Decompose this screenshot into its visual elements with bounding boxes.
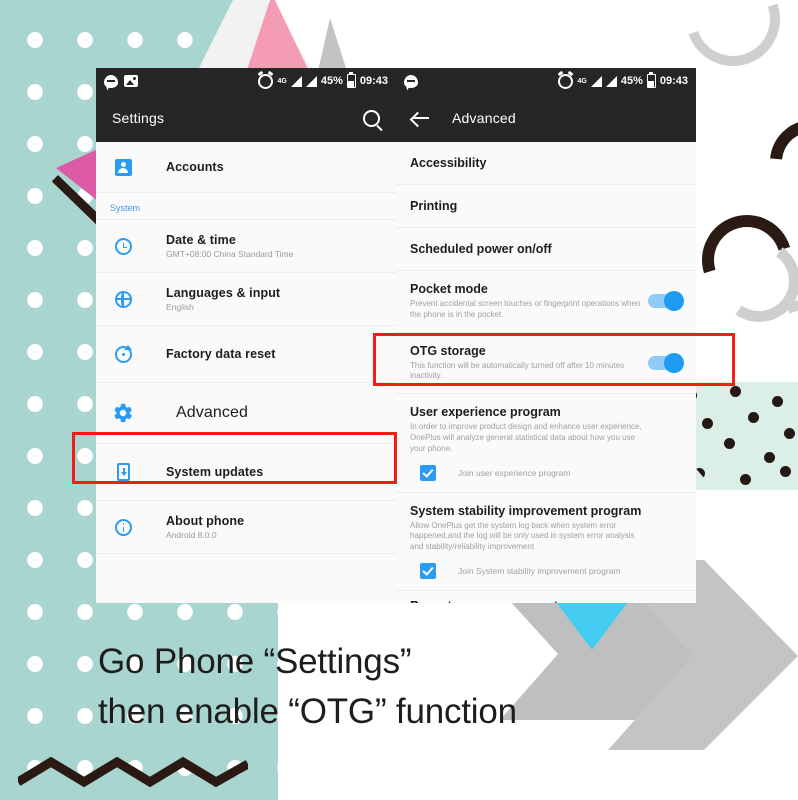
list-item-label: Advanced <box>176 404 248 421</box>
sidebar-item-date-time[interactable]: Date & time GMT+08:00 China Standard Tim… <box>96 220 396 273</box>
list-item-label: Languages & input <box>166 286 281 300</box>
system-update-icon <box>110 463 136 481</box>
page-title-right: Advanced <box>452 110 516 126</box>
list-item-otg-storage[interactable]: OTG storage This function will be automa… <box>396 332 696 395</box>
search-icon[interactable] <box>363 109 380 127</box>
right-settings-list: Accessibility Printing Scheduled power o… <box>396 142 696 603</box>
left-phone-screenshot: 4G 45% 09:43 Settings Accounts System Da… <box>96 68 396 603</box>
list-item-accessibility[interactable]: Accessibility <box>396 142 696 185</box>
chat-bubble-icon <box>104 74 118 88</box>
list-item-label: Scheduled power on/off <box>410 242 552 256</box>
clock-icon <box>110 237 136 255</box>
list-item-label: System stability improvement program <box>410 503 642 518</box>
caption-text: Go Phone “Settings” then enable “OTG” fu… <box>98 637 517 736</box>
list-item-pocket-mode[interactable]: Pocket mode Prevent accidental screen to… <box>396 271 696 333</box>
clock-time: 09:43 <box>359 75 388 87</box>
list-item-label: Pocket mode <box>410 282 488 296</box>
join-user-experience-checkbox[interactable] <box>420 464 436 481</box>
status-bar-right: 4G 45% 09:43 <box>396 68 696 94</box>
gear-icon <box>110 402 136 424</box>
sidebar-item-about-phone[interactable]: About phone Android 8.0.0 <box>96 501 396 554</box>
list-item-system-stability-program[interactable]: System stability improvement program All… <box>396 492 696 591</box>
network-label-right: 4G <box>577 77 587 85</box>
list-item-label: Date & time <box>166 233 236 247</box>
signal-bars-icon <box>290 75 302 87</box>
join-system-stability-checkbox[interactable] <box>420 562 436 579</box>
checkbox-label: Join System stability improvement progra… <box>458 565 621 576</box>
network-label: 4G <box>277 77 287 85</box>
battery-icon <box>346 72 356 88</box>
list-item-label: Accessibility <box>410 156 487 170</box>
back-arrow-icon[interactable] <box>412 111 452 125</box>
info-icon <box>110 518 136 536</box>
dark-arc-decoration <box>752 102 798 222</box>
sidebar-item-accounts[interactable]: Accounts <box>96 142 396 193</box>
list-item-printing[interactable]: Printing <box>396 185 696 228</box>
list-item-label: System updates <box>166 465 264 479</box>
poster-canvas: 4G 45% 09:43 Settings Accounts System Da… <box>0 0 798 800</box>
list-item-sublabel: Android 8.0.0 <box>166 530 217 540</box>
right-app-bar: Advanced <box>396 94 696 142</box>
section-header-system: System <box>96 193 396 220</box>
clock-time-right: 09:43 <box>659 75 688 87</box>
status-bar-left: 4G 45% 09:43 <box>96 68 396 94</box>
signal-bars-icon-2 <box>305 75 317 87</box>
signal-bars-icon-right <box>590 75 602 87</box>
left-app-bar: Settings <box>96 94 396 142</box>
list-item-label: Factory data reset <box>166 347 276 361</box>
list-item-sublabel: GMT+08:00 China Standard Time <box>166 249 294 259</box>
battery-percent: 45% <box>320 75 343 87</box>
list-item-user-experience-program[interactable]: User experience program In order to impr… <box>396 394 696 493</box>
photo-icon <box>124 75 138 87</box>
list-item-recent-app-management[interactable]: Recent app management <box>396 590 696 603</box>
otg-storage-toggle[interactable] <box>648 352 684 373</box>
chat-bubble-icon-right <box>404 74 418 88</box>
list-item-label: Accounts <box>166 160 224 174</box>
list-item-sublabel: English <box>166 302 194 312</box>
sidebar-item-advanced[interactable]: Advanced <box>96 383 396 444</box>
pocket-mode-toggle[interactable] <box>648 291 684 312</box>
sidebar-item-factory-data-reset[interactable]: Factory data reset <box>96 326 396 383</box>
reset-icon <box>110 344 136 363</box>
list-item-sublabel: Allow OnePlus get the system log back wh… <box>410 520 635 552</box>
page-title: Settings <box>112 110 165 126</box>
checkbox-label: Join user experience program <box>458 467 571 478</box>
list-item-sublabel: In order to improve product design and e… <box>410 422 642 453</box>
sidebar-item-system-updates[interactable]: System updates <box>96 444 396 501</box>
list-item-label: OTG storage <box>410 343 486 358</box>
signal-bars-icon-right-2 <box>605 75 617 87</box>
list-item-sublabel: This function will be automatically turn… <box>410 360 625 381</box>
list-item-label: About phone <box>166 514 245 528</box>
sidebar-item-languages-input[interactable]: Languages & input English <box>96 273 396 326</box>
list-item-sublabel: Prevent accidental screen touches or fin… <box>410 299 641 319</box>
caption-line-2: then enable “OTG” function <box>98 691 517 731</box>
accounts-icon <box>110 158 136 176</box>
battery-percent-right: 45% <box>620 75 643 87</box>
list-item-label: Printing <box>410 199 458 213</box>
alarm-icon-right <box>558 73 574 89</box>
right-phone-screenshot: 4G 45% 09:43 Advanced Accessibility Prin… <box>396 68 696 603</box>
list-item-label: User experience program <box>410 405 561 420</box>
list-item-scheduled-power[interactable]: Scheduled power on/off <box>396 228 696 271</box>
caption-line-1: Go Phone “Settings” <box>98 642 412 681</box>
zigzag-decoration <box>18 756 248 788</box>
left-settings-list: Accounts System Date & time GMT+08:00 Ch… <box>96 142 396 554</box>
alarm-icon <box>258 73 274 89</box>
battery-icon-right <box>646 72 656 88</box>
globe-icon <box>110 290 136 308</box>
